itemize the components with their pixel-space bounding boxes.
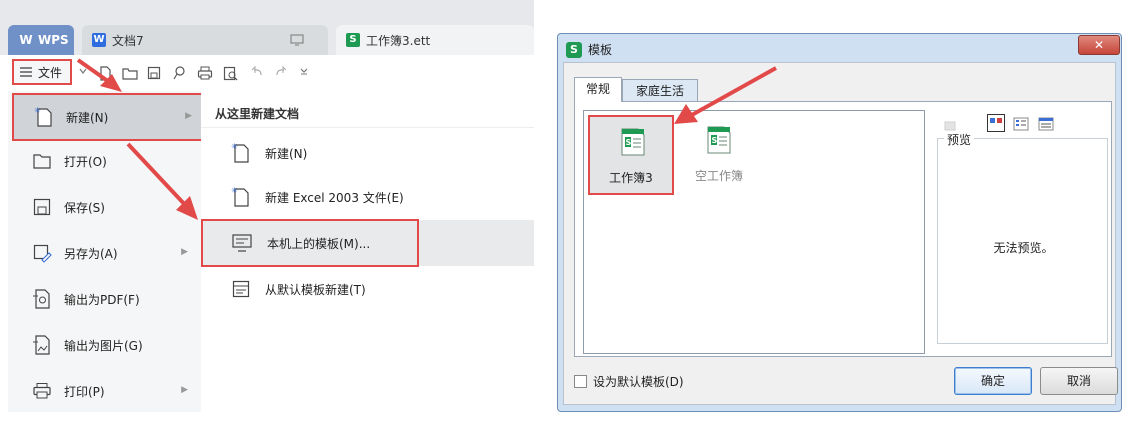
submenu-item-default-template[interactable]: 从默认模板新建(T) bbox=[203, 267, 534, 311]
svg-text:✳: ✳ bbox=[231, 142, 238, 151]
svg-text:S: S bbox=[626, 138, 632, 147]
default-template-icon bbox=[232, 280, 250, 298]
tab-label: 文档7 bbox=[112, 33, 144, 48]
tab-pane: S 工作簿3 S 空工作簿 预览 无法预览。 bbox=[574, 101, 1112, 357]
tab-spreadsheet[interactable]: S 工作簿3.ett bbox=[336, 25, 534, 55]
template-item-blank-workbook[interactable]: S 空工作簿 bbox=[676, 115, 762, 195]
tab-wps-home[interactable]: W WPS bbox=[8, 25, 74, 55]
submenu-item-label: 新建(N) bbox=[265, 146, 308, 161]
spreadsheet-template-icon: S bbox=[621, 128, 645, 156]
menu-item-label: 输出为图片(G) bbox=[64, 338, 143, 353]
print-preview-icon[interactable] bbox=[223, 66, 239, 81]
details-view-icon[interactable] bbox=[1038, 116, 1054, 132]
menu-item-label: 输出为PDF(F) bbox=[64, 292, 140, 307]
dialog-body: 常规 家庭生活 S 工作簿3 S 空工作簿 预览 无法预览。 设为默认模板(D)… bbox=[563, 62, 1118, 405]
tab-label: WPS bbox=[38, 33, 69, 47]
submenu-item-label: 从默认模板新建(T) bbox=[265, 282, 366, 297]
menu-item-open[interactable]: 打开(O) bbox=[12, 139, 198, 183]
tab-general[interactable]: 常规 bbox=[574, 77, 622, 102]
svg-text:S: S bbox=[712, 136, 718, 145]
new-file-icon[interactable] bbox=[98, 66, 112, 81]
menu-item-export-image[interactable]: 输出为图片(G) bbox=[12, 323, 198, 367]
print-icon[interactable] bbox=[197, 66, 213, 80]
spreadsheet-template-icon: S bbox=[707, 126, 731, 154]
template-label: 工作簿3 bbox=[609, 171, 653, 185]
submenu-item-label: 新建 Excel 2003 文件(E) bbox=[265, 190, 404, 205]
file-menu: ✳ 新建(N) ▶ 打开(O) 保存(S) 另存为(A) ▶ 输出为PDF(F)… bbox=[8, 91, 204, 412]
divider bbox=[201, 127, 534, 128]
submenu-item-new[interactable]: ✳ 新建(N) bbox=[203, 131, 534, 175]
new-file-icon: ✳ bbox=[231, 142, 249, 163]
svg-text:✳: ✳ bbox=[34, 106, 41, 115]
preview-empty-text: 无法预览。 bbox=[993, 241, 1054, 255]
spreadsheet-icon: S bbox=[566, 41, 582, 58]
disabled-folder-icon bbox=[944, 121, 956, 131]
tab-label: 工作簿3.ett bbox=[366, 33, 431, 48]
submenu-item-local-templates[interactable]: 本机上的模板(M)... bbox=[201, 219, 419, 267]
dialog-titlebar: S 模板 bbox=[566, 41, 612, 58]
list-view-icon[interactable] bbox=[1013, 116, 1029, 132]
print-icon bbox=[33, 383, 51, 399]
menu-item-label: 打印(P) bbox=[64, 384, 105, 399]
quick-access-toolbar: 文件 bbox=[0, 55, 534, 91]
template-item-workbook3[interactable]: S 工作簿3 bbox=[588, 115, 674, 195]
cancel-button[interactable]: 取消 bbox=[1040, 367, 1118, 395]
chevron-right-icon: ▶ bbox=[181, 385, 188, 395]
new-file-icon: ✳ bbox=[231, 186, 249, 207]
redo-icon[interactable] bbox=[274, 66, 288, 78]
checkbox-box[interactable] bbox=[574, 375, 587, 388]
hamburger-icon bbox=[20, 67, 32, 77]
format-painter-icon[interactable] bbox=[172, 66, 186, 81]
file-menu-label: 文件 bbox=[38, 65, 63, 80]
save-icon[interactable] bbox=[147, 66, 161, 80]
new-file-icon: ✳ bbox=[34, 106, 52, 127]
menu-item-save-as[interactable]: 另存为(A) ▶ bbox=[12, 231, 198, 275]
menu-item-label: 另存为(A) bbox=[64, 246, 118, 261]
chevron-right-icon: ▶ bbox=[185, 111, 192, 121]
large-icons-view-icon[interactable] bbox=[986, 114, 1005, 132]
menu-item-label: 保存(S) bbox=[64, 200, 105, 215]
svg-text:✳: ✳ bbox=[231, 186, 238, 195]
export-pdf-icon bbox=[33, 289, 50, 309]
wps-window: W WPS W 文档7 S 工作簿3.ett 文件 ✳ 新建(N) ▶ 打开(O… bbox=[0, 0, 534, 412]
export-image-icon bbox=[33, 335, 50, 355]
spreadsheet-icon: S bbox=[346, 33, 360, 47]
submenu-item-label: 本机上的模板(M)... bbox=[267, 236, 371, 251]
template-list[interactable]: S 工作簿3 S 空工作簿 bbox=[583, 110, 925, 354]
new-submenu: 从这里新建文档 ✳ 新建(N) ✳ 新建 Excel 2003 文件(E) 本机… bbox=[201, 91, 534, 412]
save-as-icon bbox=[33, 244, 52, 263]
open-folder-icon[interactable] bbox=[122, 66, 138, 80]
tab-family-life[interactable]: 家庭生活 bbox=[622, 79, 698, 101]
chevron-right-icon: ▶ bbox=[181, 247, 188, 257]
preview-groupbox: 预览 无法预览。 bbox=[937, 131, 1108, 344]
dialog-title: 模板 bbox=[588, 43, 613, 57]
file-menu-button[interactable]: 文件 bbox=[12, 59, 72, 85]
word-doc-icon: W bbox=[92, 33, 106, 47]
menu-item-label: 新建(N) bbox=[66, 110, 109, 125]
local-template-icon bbox=[232, 234, 252, 252]
menu-item-label: 打开(O) bbox=[64, 154, 107, 169]
menu-item-save[interactable]: 保存(S) bbox=[12, 185, 198, 229]
save-icon bbox=[33, 198, 51, 216]
tab-document[interactable]: W 文档7 bbox=[82, 25, 328, 55]
preview-label: 预览 bbox=[944, 131, 975, 148]
set-default-template-checkbox[interactable]: 设为默认模板(D) bbox=[574, 373, 684, 390]
submenu-item-new-excel-2003[interactable]: ✳ 新建 Excel 2003 文件(E) bbox=[203, 175, 534, 219]
template-label: 空工作簿 bbox=[694, 169, 743, 183]
tab-bar: W WPS W 文档7 S 工作簿3.ett bbox=[0, 0, 534, 55]
template-dialog: S 模板 ✕ 常规 家庭生活 S 工作簿3 S 空工作簿 预览 无法预览。 设为… bbox=[557, 33, 1122, 412]
wps-logo-icon: W bbox=[19, 33, 33, 47]
chevron-down-icon[interactable] bbox=[78, 66, 88, 76]
menu-item-print[interactable]: 打印(P) ▶ bbox=[12, 369, 198, 412]
ok-button[interactable]: 确定 bbox=[954, 367, 1032, 395]
customize-toolbar-icon[interactable] bbox=[299, 66, 309, 76]
monitor-icon[interactable] bbox=[290, 34, 304, 46]
submenu-title: 从这里新建文档 bbox=[215, 107, 300, 121]
menu-item-new[interactable]: ✳ 新建(N) ▶ bbox=[12, 93, 204, 141]
close-button[interactable]: ✕ bbox=[1078, 35, 1120, 55]
menu-item-export-pdf[interactable]: 输出为PDF(F) bbox=[12, 277, 198, 321]
checkbox-label: 设为默认模板(D) bbox=[593, 375, 684, 389]
undo-icon[interactable] bbox=[250, 66, 264, 78]
open-folder-icon bbox=[33, 154, 51, 169]
